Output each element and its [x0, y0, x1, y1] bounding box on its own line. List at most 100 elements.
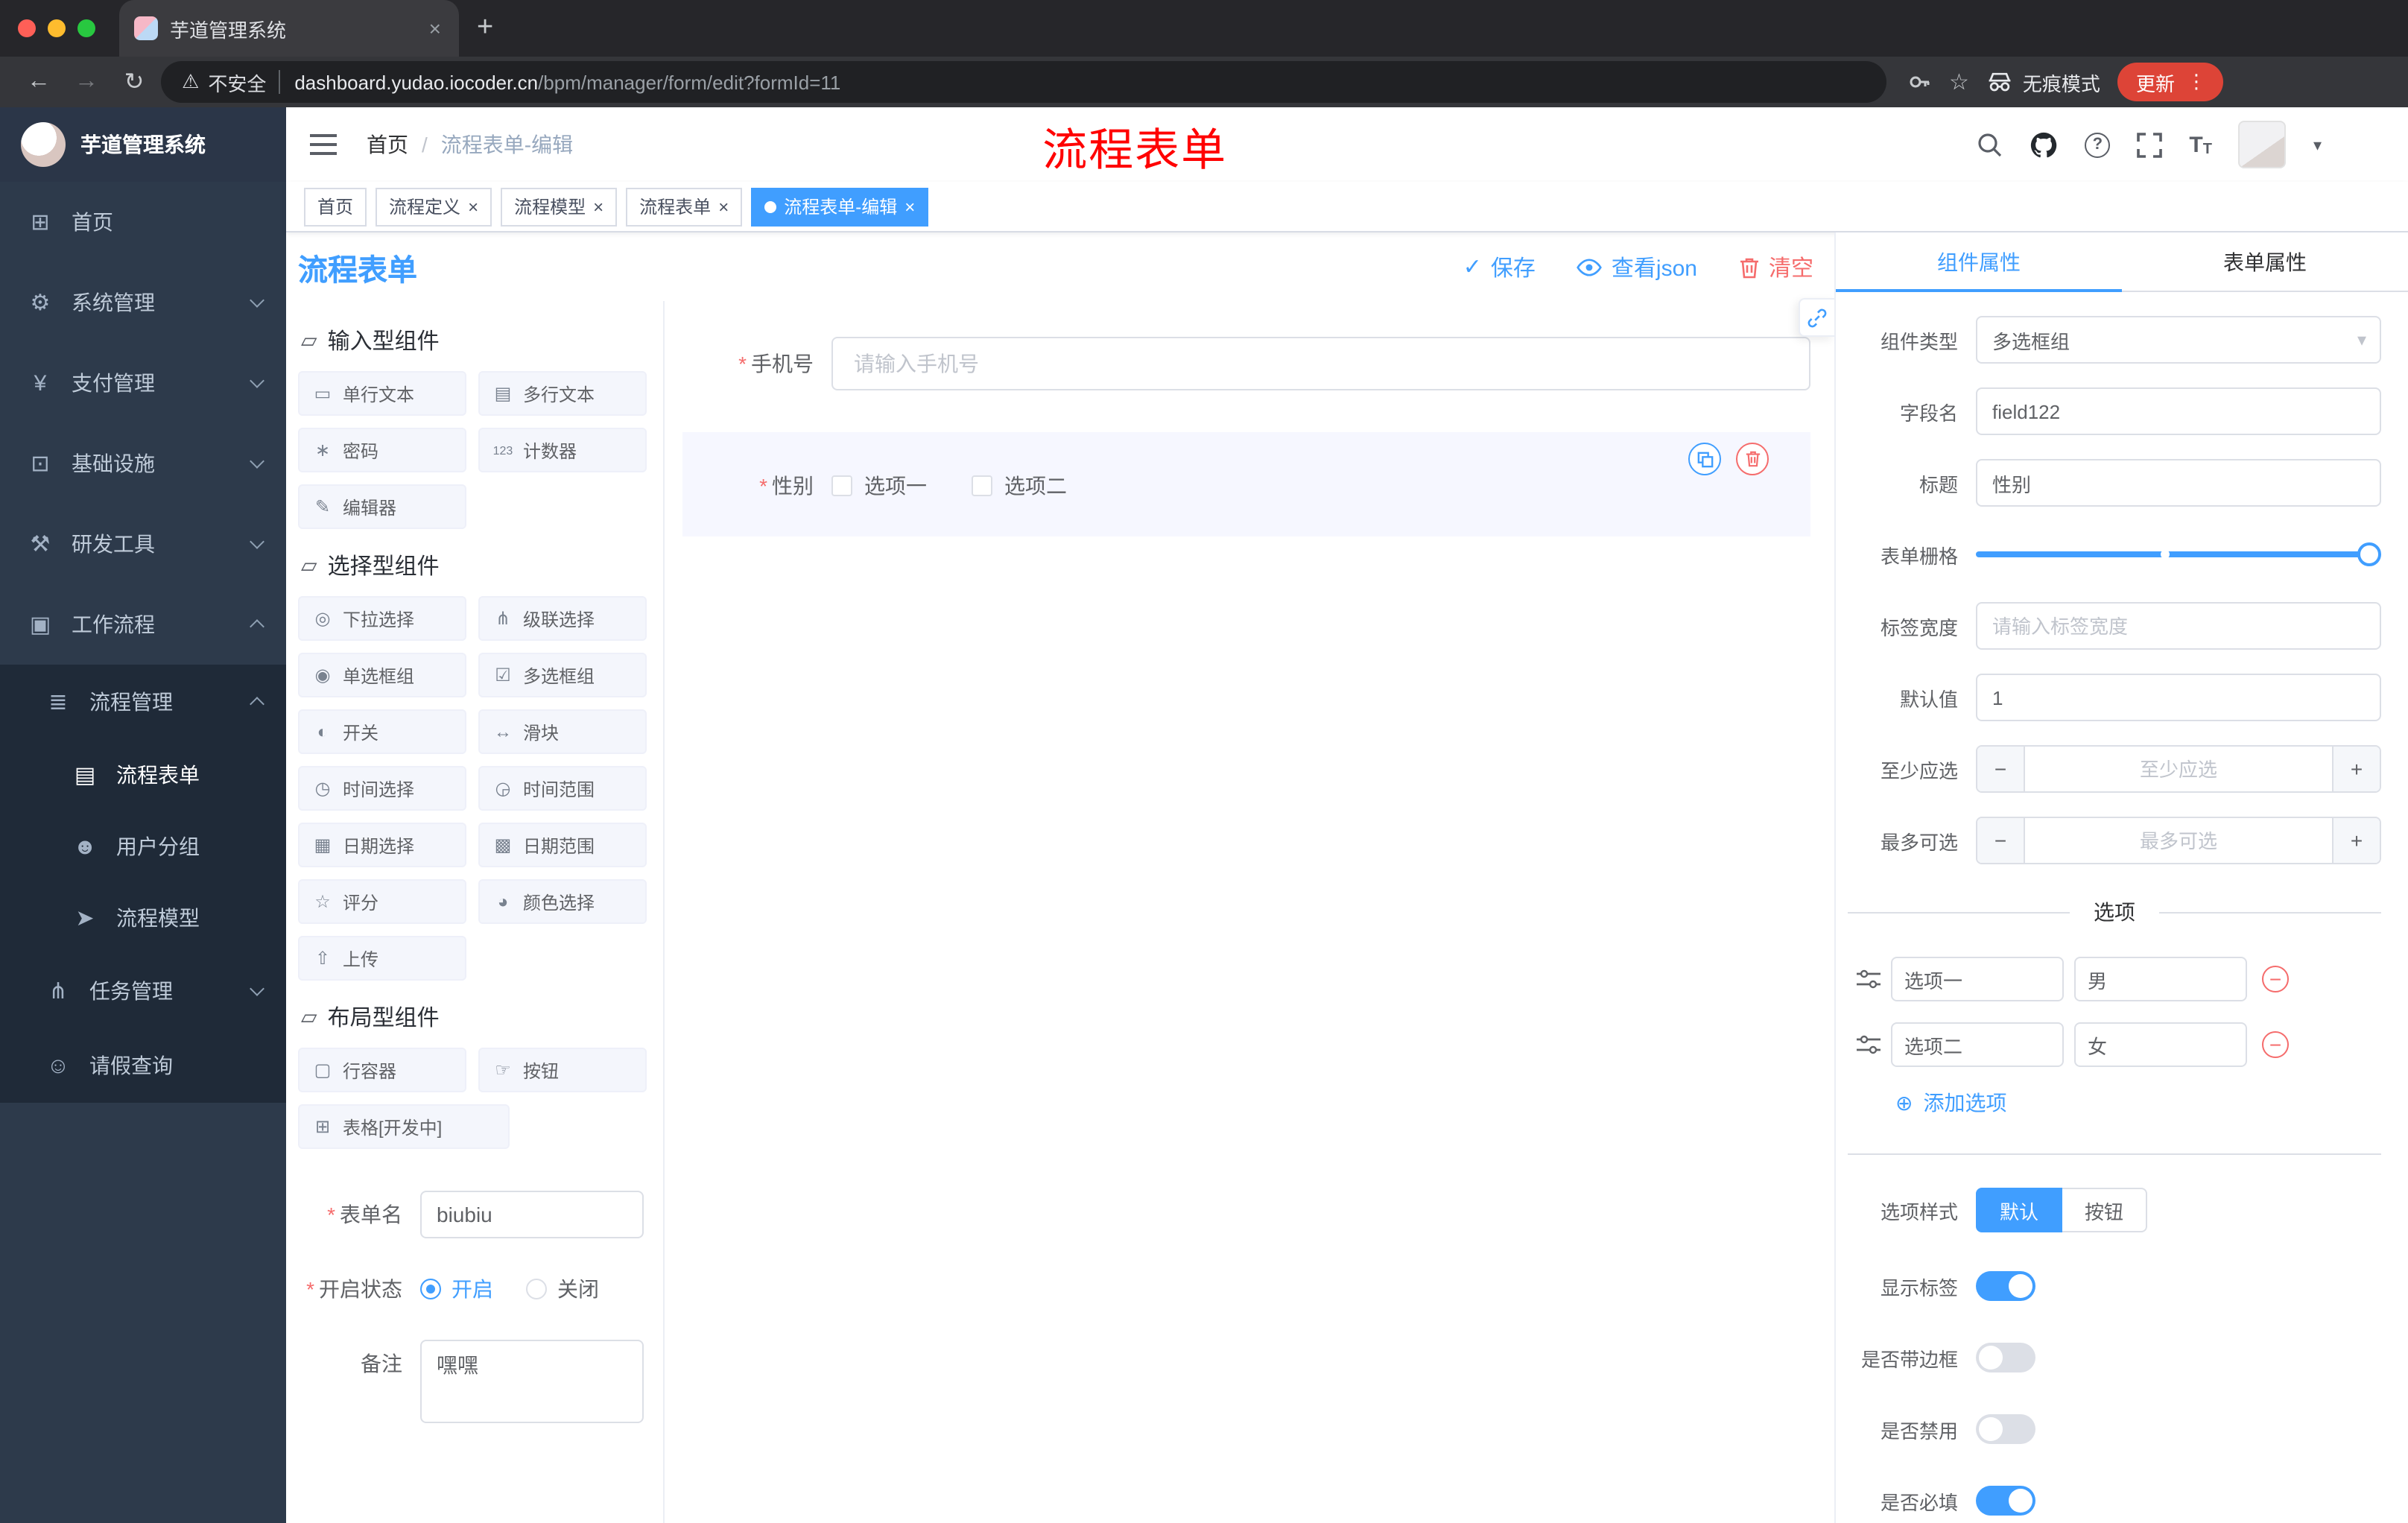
option-value-input[interactable]: [2074, 957, 2247, 1001]
status-radio-off[interactable]: 关闭: [526, 1265, 599, 1313]
sidebar-item-system[interactable]: ⚙ 系统管理: [0, 262, 286, 343]
user-avatar[interactable]: [2238, 121, 2287, 168]
sidebar-item-workflow[interactable]: ▣ 工作流程: [0, 584, 286, 665]
sidebar-logo[interactable]: 芋道管理系统: [0, 107, 286, 182]
tag-close-icon[interactable]: ×: [904, 196, 915, 217]
title-input[interactable]: [1976, 459, 2381, 507]
tag-process-form-edit[interactable]: 流程表单-编辑 ×: [751, 187, 929, 226]
search-icon[interactable]: [1976, 131, 2003, 158]
component-row-container[interactable]: ▢ 行容器: [298, 1048, 466, 1092]
tab-component-properties[interactable]: 组件属性: [1836, 232, 2122, 292]
min-select-input[interactable]: [2025, 747, 2332, 791]
reload-icon[interactable]: ↻: [113, 61, 155, 103]
required-switch[interactable]: [1976, 1486, 2035, 1516]
password-key-icon[interactable]: [1907, 70, 1931, 94]
max-select-input[interactable]: [2025, 818, 2332, 863]
sidebar-item-user-group[interactable]: ☻ 用户分组: [0, 811, 286, 882]
sidebar-item-leave-query[interactable]: ☺ 请假查询: [0, 1028, 286, 1103]
phone-input[interactable]: [831, 337, 1810, 390]
tag-close-icon[interactable]: ×: [468, 196, 478, 217]
component-upload[interactable]: ⇧ 上传: [298, 936, 466, 981]
tag-process-model[interactable]: 流程模型 ×: [501, 187, 618, 226]
component-slider[interactable]: ↔ 滑块: [478, 709, 647, 754]
hamburger-icon[interactable]: [286, 133, 349, 156]
avatar-caret-icon[interactable]: ▾: [2313, 135, 2322, 154]
remove-option-button[interactable]: −: [2262, 966, 2289, 992]
tab-form-properties[interactable]: 表单属性: [2122, 232, 2408, 291]
delete-widget-button[interactable]: [1736, 443, 1769, 475]
component-color-picker[interactable]: ◕ 颜色选择: [478, 879, 647, 924]
component-type-select[interactable]: ▾: [1976, 316, 2381, 364]
tag-home[interactable]: 首页: [304, 187, 367, 226]
component-radio-group[interactable]: ◉ 单选框组: [298, 653, 466, 697]
security-label[interactable]: 不安全: [208, 68, 266, 96]
bookmark-star-icon[interactable]: ☆: [1949, 69, 1969, 95]
sidebar-item-process-management[interactable]: ≣ 流程管理: [0, 665, 286, 739]
option-value-input[interactable]: [2074, 1022, 2247, 1067]
maximize-window-button[interactable]: [77, 19, 95, 37]
sidebar-item-process-model[interactable]: ➤ 流程模型: [0, 882, 286, 954]
status-radio-on[interactable]: 开启: [420, 1265, 493, 1313]
phone-field[interactable]: * 手机号: [682, 337, 1810, 390]
option-label-input[interactable]: [1891, 957, 2064, 1001]
gender-option-1[interactable]: 选项一: [831, 471, 927, 501]
field-name-input[interactable]: [1976, 387, 2381, 435]
sidebar-item-task-management[interactable]: ⋔ 任务管理: [0, 954, 286, 1028]
checkbox-icon[interactable]: [972, 475, 992, 496]
tab-close-icon[interactable]: ×: [426, 16, 444, 40]
component-cascader[interactable]: ⋔ 级联选择: [478, 596, 647, 641]
view-json-button[interactable]: 查看json: [1577, 251, 1697, 282]
component-counter[interactable]: 123 计数器: [478, 428, 647, 472]
increase-button[interactable]: +: [2332, 818, 2380, 863]
add-option-button[interactable]: ⊕ 添加选项: [1895, 1088, 2381, 1118]
back-icon[interactable]: ←: [18, 61, 60, 103]
tag-close-icon[interactable]: ×: [593, 196, 603, 217]
component-rate[interactable]: ☆ 评分: [298, 879, 466, 924]
component-table[interactable]: ⊞ 表格[开发中]: [298, 1104, 510, 1149]
increase-button[interactable]: +: [2332, 747, 2380, 791]
default-value-input[interactable]: [1976, 674, 2381, 721]
form-name-input[interactable]: [420, 1191, 644, 1238]
forward-icon[interactable]: →: [66, 61, 107, 103]
breadcrumb-home[interactable]: 首页: [367, 130, 408, 159]
remove-option-button[interactable]: −: [2262, 1031, 2289, 1058]
component-time-picker[interactable]: ◷ 时间选择: [298, 766, 466, 811]
new-tab-button[interactable]: +: [477, 12, 493, 45]
form-grid-slider[interactable]: [1976, 531, 2381, 578]
component-date-picker[interactable]: ▦ 日期选择: [298, 823, 466, 867]
close-window-button[interactable]: [18, 19, 36, 37]
save-button[interactable]: ✓ 保存: [1463, 251, 1536, 282]
option-label-input[interactable]: [1891, 1022, 2064, 1067]
browser-menu-dots-icon[interactable]: ⋮: [2187, 70, 2206, 94]
component-switch[interactable]: ◐ 开关: [298, 709, 466, 754]
sidebar-item-devtools[interactable]: ⚒ 研发工具: [0, 504, 286, 584]
font-size-icon[interactable]: TT: [2189, 132, 2212, 157]
sidebar-item-process-form[interactable]: ▤ 流程表单: [0, 739, 286, 811]
component-time-range[interactable]: ◶ 时间范围: [478, 766, 647, 811]
browser-update-button[interactable]: 更新 ⋮: [2117, 63, 2224, 101]
component-date-range[interactable]: ▩ 日期范围: [478, 823, 647, 867]
clear-button[interactable]: 清空: [1739, 251, 1813, 282]
fullscreen-icon[interactable]: [2137, 132, 2163, 157]
sidebar-item-home[interactable]: ⊞ 首页: [0, 182, 286, 262]
tag-close-icon[interactable]: ×: [718, 196, 729, 217]
show-label-switch[interactable]: [1976, 1271, 2035, 1301]
form-remark-textarea[interactable]: [420, 1340, 644, 1423]
copy-widget-button[interactable]: [1688, 443, 1721, 475]
component-editor[interactable]: ✎ 编辑器: [298, 484, 466, 529]
component-select[interactable]: ◎ 下拉选择: [298, 596, 466, 641]
component-textarea[interactable]: ▤ 多行文本: [478, 371, 647, 416]
help-icon[interactable]: ?: [2085, 132, 2111, 157]
tag-process-definition[interactable]: 流程定义 ×: [376, 187, 492, 226]
browser-tab[interactable]: 芋道管理系统 ×: [119, 0, 459, 57]
url-omnibox[interactable]: ⚠ 不安全 dashboard.yudao.iocoder.cn /bpm/ma…: [161, 61, 1886, 103]
sidebar-item-infrastructure[interactable]: ⊡ 基础设施: [0, 423, 286, 504]
component-checkbox-group[interactable]: ☑ 多选框组: [478, 653, 647, 697]
style-button-button[interactable]: 按钮: [2062, 1188, 2148, 1232]
panel-collapse-link-button[interactable]: [1799, 298, 1834, 337]
design-canvas[interactable]: *手机号 *性别 选项一 选项二: [663, 301, 1834, 1523]
slider-handle[interactable]: [2357, 542, 2381, 566]
component-type-value[interactable]: [1976, 316, 2381, 364]
component-password[interactable]: ∗ 密码: [298, 428, 466, 472]
disabled-switch[interactable]: [1976, 1414, 2035, 1444]
